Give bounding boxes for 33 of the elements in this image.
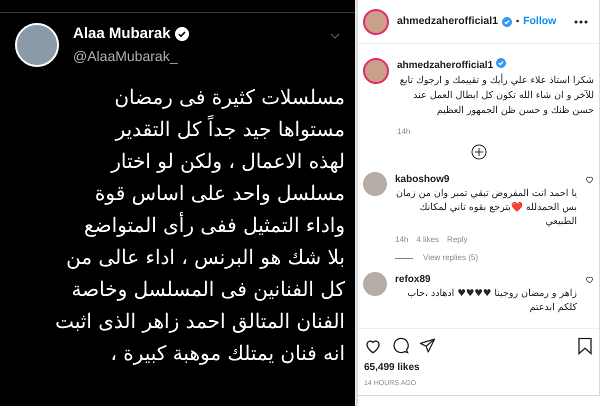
comment-icon[interactable] [392, 337, 409, 354]
comment-text: يا احمد انت المفروض تبقي تمبر وان من زمان بس الحمدلله ❤بترجع بقوه تاني لمكانك الطبيعي [395, 187, 577, 229]
username-link[interactable]: ahmedzaherofficial1 [397, 14, 498, 30]
avatar-placeholder[interactable] [363, 58, 389, 84]
chevron-down-icon [330, 33, 340, 39]
username-link[interactable]: ahmedzaherofficial1 [397, 58, 494, 73]
more-options-icon[interactable] [574, 20, 588, 24]
caption-time: 14h [397, 126, 412, 138]
separator-dot: • [516, 14, 520, 28]
tweet-text-line: لهذه الاعمال ، ولكن لو اختار [111, 148, 345, 175]
share-icon[interactable] [419, 337, 436, 354]
tweet-author-handle: @AlaaMubarak_ [73, 46, 179, 66]
caption-text: شكرا استاذ علاء علي رأيك و تقييمك و ارجوك تابع للآخر و ان شاء الله تكون كل ابطال العمل عند حسن ظنك و حسن ظن الجمهور العظيم [398, 73, 594, 118]
tweet-text-line: كل الفنانين فى المسلسل وخاصة [71, 276, 345, 303]
tweet-text-line: الفنان المتالق احمد زاهر الذى اثبت [55, 308, 345, 335]
username-link[interactable]: refox89 [395, 272, 431, 287]
comment-text: زاهر و رمضان روجينا ♥♥♥♥ ادهادد ،حاب كلكم ابدعتم [406, 287, 577, 315]
avatar-placeholder[interactable] [363, 8, 389, 34]
heart-icon[interactable] [585, 275, 594, 284]
tweet-text-line: مسلسل واحد على اساس قوة [94, 180, 345, 207]
tweet-text-line: بلا شك هو البرنس ، اداء عالى من [66, 244, 345, 271]
load-more-icon[interactable] [470, 144, 486, 160]
tweet-text-line: انه فنان يمتلك موهبة كبيرة ، [110, 340, 345, 367]
tweet-text-line: مستواها جيد جداً كل التقدير [116, 114, 345, 143]
tweet-author-name: Alaa Mubarak [73, 24, 171, 44]
heart-icon[interactable] [585, 175, 594, 184]
username-link[interactable]: kaboshow9 [395, 172, 450, 187]
tweet-text-line: واداء التمثيل ففى رأى المتواضع [84, 211, 345, 239]
bookmark-icon[interactable] [577, 336, 593, 354]
likes-count[interactable]: 65,499 likes [364, 360, 593, 374]
tweet-text-line: مسلسلات كثيرة فى رمضان [114, 84, 345, 111]
avatar-placeholder [15, 23, 59, 67]
comment-time: 14h [395, 234, 408, 246]
